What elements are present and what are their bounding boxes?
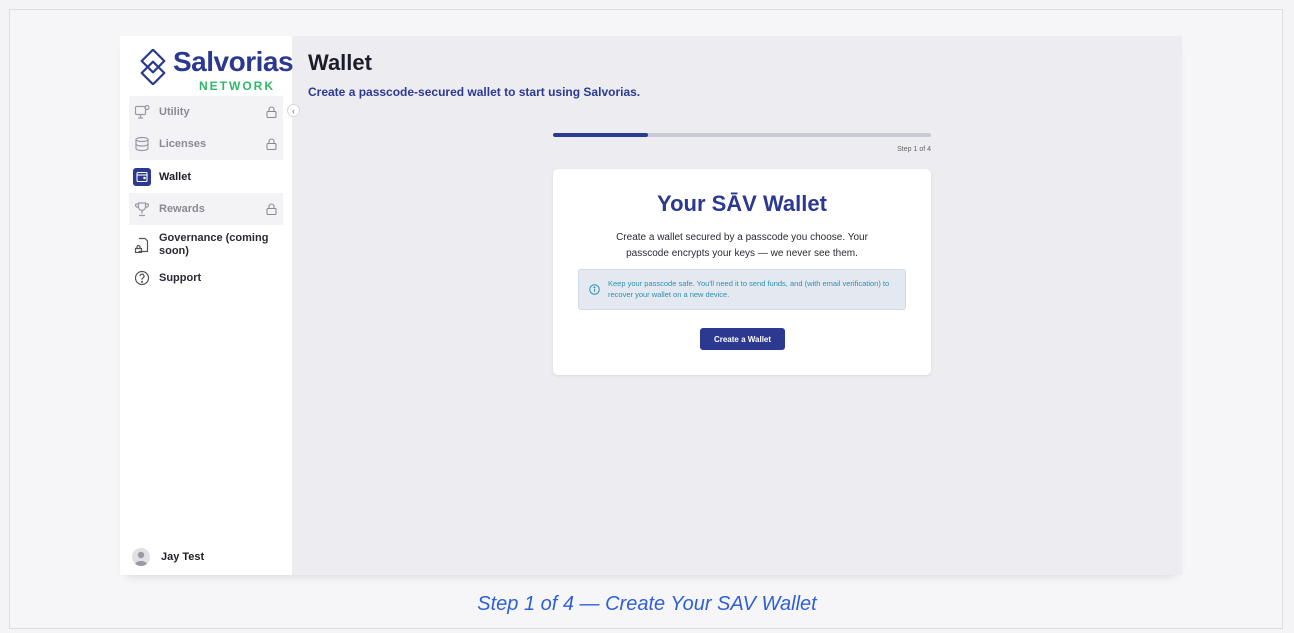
create-wallet-button[interactable]: Create a Wallet — [700, 328, 785, 350]
app-window: Salvorias NETWORK Utility Licenses Walle… — [120, 36, 1182, 575]
page-title: Wallet — [308, 50, 372, 75]
sidebar-item-support[interactable]: Support — [129, 262, 283, 294]
info-icon — [589, 284, 600, 295]
user-profile[interactable]: Jay Test — [132, 548, 204, 566]
logo-mark-icon — [140, 49, 166, 85]
avatar — [132, 548, 150, 566]
lock-icon — [266, 203, 277, 215]
lock-icon — [266, 138, 277, 150]
info-text: Keep your passcode safe. You'll need it … — [608, 279, 890, 299]
brand-name: Salvorias — [173, 46, 294, 77]
wallet-icon — [133, 168, 151, 186]
wallet-card: Your SĀV Wallet Create a wallet secured … — [553, 169, 931, 375]
card-title: Your SĀV Wallet — [657, 191, 827, 216]
sidebar-item-label: Wallet — [159, 171, 191, 183]
monitor-icon — [133, 103, 151, 121]
info-notice: Keep your passcode safe. You'll need it … — [578, 269, 906, 310]
sidebar-item-utility[interactable]: Utility — [129, 96, 283, 128]
database-icon — [133, 135, 151, 153]
sidebar-item-label: Licenses — [159, 138, 207, 150]
sidebar-item-label: Support — [159, 272, 202, 284]
sidebar-item-rewards[interactable]: Rewards — [129, 193, 283, 225]
lock-icon — [266, 106, 277, 118]
trophy-icon — [133, 200, 151, 218]
sidebar-item-label: Governance (coming soon) — [159, 232, 269, 257]
governance-icon — [133, 236, 151, 254]
card-description: Create a wallet secured by a passcode yo… — [616, 232, 868, 259]
sidebar-item-label: Utility — [159, 106, 190, 118]
progress-bar — [553, 133, 931, 137]
sidebar: Salvorias NETWORK Utility Licenses Walle… — [120, 36, 294, 575]
step-indicator: Step 1 of 4 — [897, 146, 931, 153]
help-icon — [133, 269, 151, 287]
chevron-left-icon[interactable]: ‹ — [287, 104, 300, 117]
sidebar-item-label: Rewards — [159, 203, 205, 215]
sidebar-item-licenses[interactable]: Licenses — [129, 128, 283, 160]
progress-fill — [553, 133, 648, 137]
sidebar-item-wallet[interactable]: Wallet — [129, 161, 283, 193]
brand-logo[interactable]: Salvorias NETWORK — [135, 46, 294, 96]
sidebar-item-governance[interactable]: Governance (coming soon) — [129, 228, 283, 262]
page-subtitle: Create a passcode-secured wallet to star… — [308, 85, 641, 99]
brand-subtitle: NETWORK — [199, 79, 275, 93]
caption: Step 1 of 4 — Create Your SAV Wallet — [477, 593, 817, 615]
user-name: Jay Test — [161, 551, 205, 563]
